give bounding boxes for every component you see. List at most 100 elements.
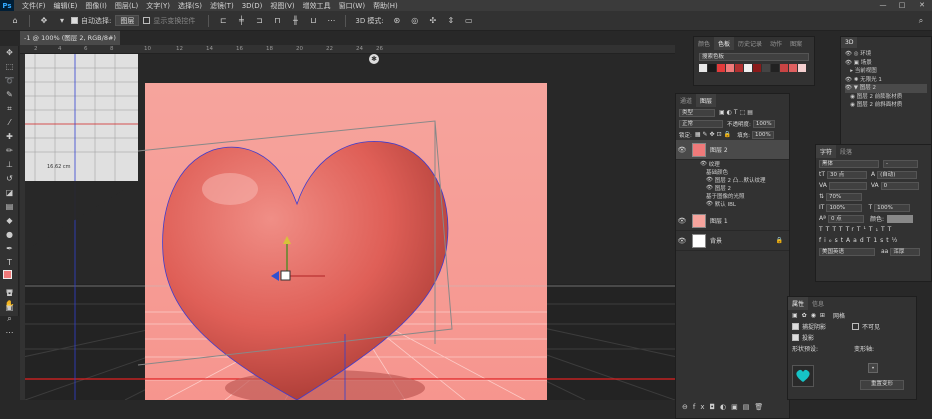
move-tool-icon[interactable]: ✥ [37,14,51,28]
opacity-input[interactable]: 100% [752,119,775,128]
menu-view[interactable]: 视图(V) [270,1,294,11]
tab-channels[interactable]: 通道 [676,94,696,107]
props-mode-icons[interactable]: ▣✿◉⊞ [792,312,829,319]
swatch[interactable] [744,64,752,72]
tab-paragraph[interactable]: 段落 [836,145,856,158]
eye-icon[interactable]: 👁 [676,146,688,154]
lock-icons[interactable]: ▦✎✥⊡🔒 [695,131,733,138]
menu-help[interactable]: 帮助(H) [373,1,398,11]
eye-icon[interactable]: 👁 [676,237,688,245]
opentype-button[interactable]: st [835,237,846,244]
minimize-button[interactable]: — [874,0,892,11]
document-tab[interactable]: -1 @ 100% (图层 2, RGB/8#) * [20,31,120,56]
gizmo-control-icon[interactable]: ✱ [369,54,379,64]
menu-edit[interactable]: 编辑(E) [54,1,78,11]
menu-window[interactable]: 窗口(W) [339,1,365,11]
layer-row-background[interactable]: 👁 背景 🔒 [676,231,789,251]
tab-character[interactable]: 字符 [816,145,837,158]
chevron-down-icon[interactable]: ▾ [55,14,69,28]
text-color-swatch[interactable] [886,214,913,223]
type-tool-icon[interactable]: T [0,256,19,270]
font-size-input[interactable]: 30 点 [827,170,868,179]
opentype-button[interactable]: ½ [892,237,901,244]
sublayer-default-ibl[interactable]: 👁 默认 IBL [676,200,789,208]
hscale-input[interactable]: 100% [874,203,911,212]
tracking-input[interactable]: 0 [880,181,919,190]
distribute-icon[interactable]: ⋯ [324,14,338,28]
blend-mode-dropdown[interactable]: 正常 [679,119,723,128]
align-top-icon[interactable]: ⊓ [270,14,284,28]
screen-mode-icon[interactable]: ▣ [0,301,19,315]
swatch[interactable] [699,64,707,72]
language-dropdown[interactable]: 美国英语 [819,247,875,256]
drag-3d-icon[interactable]: ✣ [426,14,440,28]
tab-swatches[interactable]: 色板 [714,37,735,50]
swatch[interactable] [717,64,725,72]
menu-image[interactable]: 图像(I) [85,1,107,11]
cast-shadow-checkbox[interactable] [792,334,799,341]
3d-item-mesh[interactable]: 👁 ▼ 图层 2 [845,84,927,93]
blur-tool-icon[interactable]: ◆ [0,214,19,228]
stamp-tool-icon[interactable]: ⊥ [0,158,19,172]
3d-item-light[interactable]: 👁 ✺ 无限光 1 [845,76,927,85]
shape-preset-picker[interactable] [792,365,814,387]
roll-3d-icon[interactable]: ◎ [408,14,422,28]
tab-color[interactable]: 颜色 [694,37,714,50]
deform-axis-button[interactable]: • [868,363,878,373]
quick-mask-icon[interactable]: ◘ [0,287,19,301]
style-button[interactable]: T [819,226,826,233]
history-brush-icon[interactable]: ↺ [0,172,19,186]
font-family-dropdown[interactable]: 黑体 [819,159,879,168]
swatch[interactable] [771,64,779,72]
3d-item-environment[interactable]: 👁 ◎ 环境 [845,50,927,59]
dodge-tool-icon[interactable]: ● [0,228,19,242]
style-button[interactable]: TT [832,226,845,233]
swatch[interactable] [789,64,797,72]
tab-3d[interactable]: 3D [841,37,858,48]
catch-shadow-checkbox[interactable] [792,323,799,330]
eye-icon[interactable]: 👁 [676,217,688,225]
crop-tool-icon[interactable]: ⌗ [0,102,19,116]
style-button[interactable]: T [888,226,895,233]
tab-layers[interactable]: 图层 [696,94,717,107]
tab-info[interactable]: 信息 [808,297,828,310]
swatch[interactable] [762,64,770,72]
menu-select[interactable]: 选择(S) [178,1,202,11]
font-style-dropdown[interactable]: - [883,159,918,168]
align-center-icon[interactable]: ╪ [234,14,248,28]
swatch[interactable] [726,64,734,72]
tab-patterns[interactable]: 图案 [786,37,806,50]
pen-tool-icon[interactable]: ✒ [0,242,19,256]
more-tools-icon[interactable]: ⋯ [0,326,19,340]
layer-filter-dropdown[interactable]: 类型 [679,108,715,117]
tab-properties[interactable]: 属性 [788,297,809,310]
style-button[interactable]: T [881,226,888,233]
home-icon[interactable]: ⌂ [8,14,22,28]
swatch-search-input[interactable]: 搜索色板 [699,53,809,61]
auto-select-checkbox[interactable] [71,17,78,24]
menu-plugins[interactable]: 增效工具 [303,1,331,11]
opentype-button[interactable]: A [846,237,853,244]
menu-type[interactable]: 文字(Y) [146,1,170,11]
swatch[interactable] [780,64,788,72]
fill-input[interactable]: 100% [751,130,774,139]
sublayer-texture[interactable]: 👁 纹理 [676,160,789,168]
search-icon[interactable]: ⌕ [914,14,928,28]
swatch[interactable] [753,64,761,72]
align-bottom-icon[interactable]: ⊔ [306,14,320,28]
3d-item-view[interactable]: ▸ 当前视图 [845,67,927,76]
layer-row-1[interactable]: 👁 图层 1 [676,211,789,231]
healing-brush-icon[interactable]: ✚ [0,130,19,144]
ot-style-row[interactable]: T T TT Tr T¹ T₁ T T [816,224,931,235]
align-right-icon[interactable]: ⊐ [252,14,266,28]
style-button[interactable]: Tr [846,226,857,233]
swatch[interactable] [708,64,716,72]
3d-item-material[interactable]: ◉ 图层 2 前斜面材质 [845,101,927,110]
opentype-button[interactable]: ad [853,237,867,244]
vscale-input[interactable]: 100% [826,203,863,212]
invisible-checkbox[interactable] [852,323,860,330]
sublayer-layer2[interactable]: 👁 图层 2 [676,184,789,192]
antialias-dropdown[interactable]: 浑厚 [890,247,921,256]
canvas-area[interactable]: 16.62 cm ✱ [25,54,675,400]
show-transform-checkbox[interactable] [143,17,151,24]
